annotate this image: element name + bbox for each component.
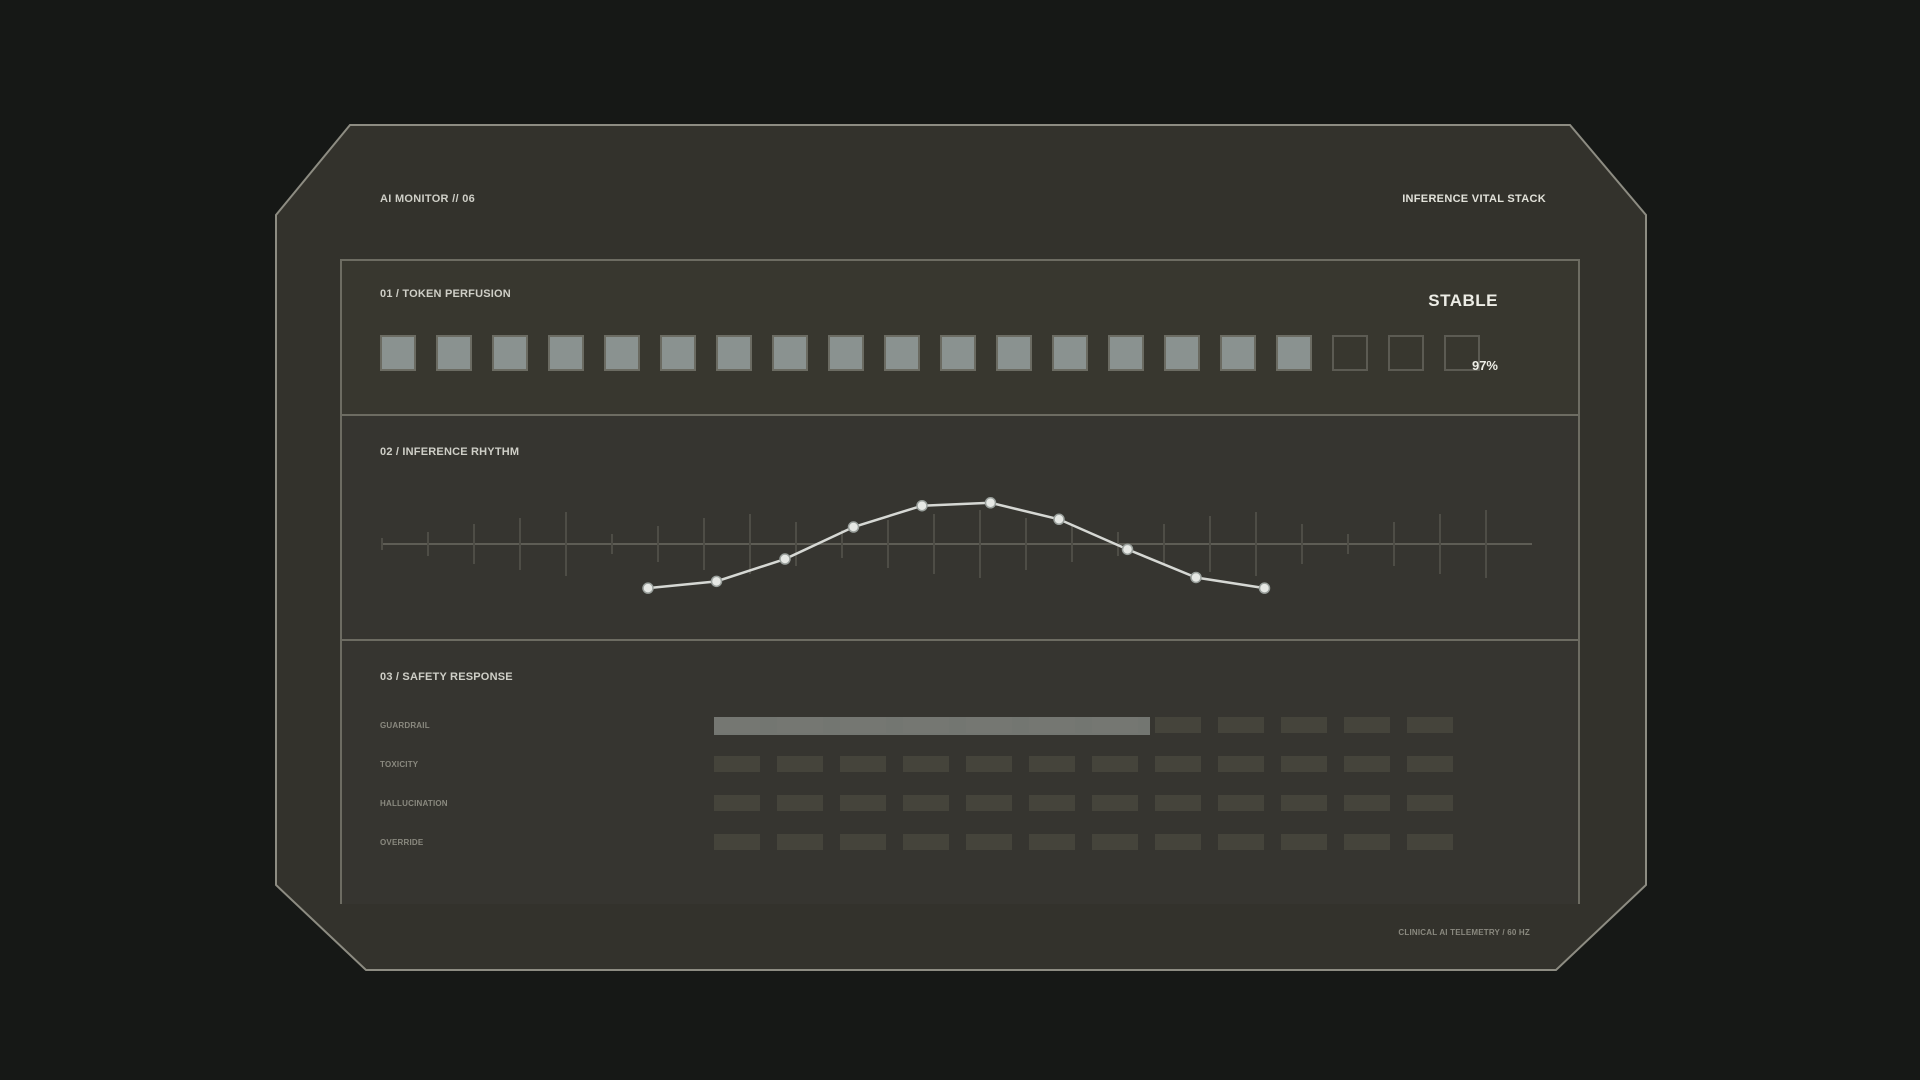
safety-row-label: OVERRIDE [380,838,424,847]
rhythm-series-line [647,501,1265,590]
screen: AI MONITOR // 06 INFERENCE VITAL STACK 0… [0,0,1920,1080]
safety-row-track [714,717,1453,735]
safety-row-override: OVERRIDE [380,834,1540,854]
safety-response-title: 03 / SAFETY RESPONSE [380,671,513,683]
safety-segment [1155,717,1201,733]
perfusion-cell [828,335,864,371]
safety-segment [714,756,760,772]
rhythm-chart [381,497,1532,594]
safety-level-fill [714,717,1150,735]
safety-segment [903,756,949,772]
perfusion-cell [1108,335,1144,371]
perfusion-cell [1388,335,1424,371]
safety-segment [966,795,1012,811]
safety-segment [1281,795,1327,811]
perfusion-cell [1220,335,1256,371]
rhythm-point [847,521,860,533]
rhythm-point [1053,513,1065,526]
safety-segment [1218,717,1264,733]
perfusion-cell [716,335,752,371]
safety-segment [1218,834,1264,850]
perfusion-cell [1332,335,1368,371]
safety-segment [1281,834,1327,850]
rhythm-point [779,553,791,565]
safety-segment [777,756,823,772]
safety-segment [1155,795,1201,811]
perfusion-cell [884,335,920,371]
safety-segment [1344,795,1390,811]
perfusion-cells [380,335,1500,375]
safety-segment [714,795,760,811]
telemetry-footer: CLINICAL AI TELEMETRY / 60 HZ [1398,928,1530,937]
rhythm-point [916,499,928,512]
rhythm-point [984,497,997,509]
safety-segment [966,756,1012,772]
safety-segment [1155,756,1201,772]
safety-segment [1407,834,1453,850]
safety-row-toxicity: TOXICITY [380,756,1540,776]
token-perfusion-title: 01 / TOKEN PERFUSION [380,288,511,300]
safety-response-section: 03 / SAFETY RESPONSE GUARDRAIL TOXICITY HA… [342,641,1578,904]
safety-row-hallucination: HALLUCINATION [380,795,1540,815]
safety-row-track [714,834,1453,850]
safety-segment [840,834,886,850]
safety-segment [1344,717,1390,733]
safety-segment [1029,834,1075,850]
perfusion-cell [604,335,640,371]
perfusion-cell [492,335,528,371]
safety-segment [840,795,886,811]
safety-segment [1092,795,1138,811]
perfusion-cell [660,335,696,371]
safety-segment [1407,756,1453,772]
inference-rhythm-section: 02 / INFERENCE RHYTHM [342,416,1578,641]
perfusion-percent: 97% [1471,358,1498,373]
perfusion-cell [1164,335,1200,371]
safety-segment [840,756,886,772]
safety-segment [1281,756,1327,772]
safety-segment [966,834,1012,850]
safety-row-track [714,756,1453,772]
safety-segment [1155,834,1201,850]
perfusion-cell [436,335,472,371]
vitals-panel: 01 / TOKEN PERFUSION STABLE 97% 02 / INF… [340,259,1580,904]
stack-title: INFERENCE VITAL STACK [1402,193,1546,205]
safety-row-label: HALLUCINATION [380,799,448,808]
safety-row-track [714,795,1453,811]
perfusion-cell [1276,335,1312,371]
token-perfusion-section: 01 / TOKEN PERFUSION STABLE 97% [342,261,1578,416]
rhythm-point [1258,582,1271,594]
safety-segment [1344,834,1390,850]
safety-segment [1281,717,1327,733]
perfusion-cell [548,335,584,371]
status-label: STABLE [1428,291,1498,310]
safety-segment [1218,795,1264,811]
rhythm-point [710,575,723,588]
perfusion-cell [996,335,1032,371]
perfusion-cell [940,335,976,371]
safety-segment [777,795,823,811]
safety-segment [903,795,949,811]
rhythm-point [1121,543,1134,556]
safety-segment [1407,717,1453,733]
safety-segment [1407,795,1453,811]
perfusion-cell [1052,335,1088,371]
safety-row-label: TOXICITY [380,760,419,769]
safety-segment [1092,834,1138,850]
perfusion-cell [380,335,416,371]
safety-segment [1092,756,1138,772]
safety-segment [1029,756,1075,772]
perfusion-cell [772,335,808,371]
safety-segment [714,834,760,850]
rhythm-point [1190,571,1202,584]
safety-segment [777,834,823,850]
safety-segment [1218,756,1264,772]
safety-row-guardrail: GUARDRAIL [380,717,1540,737]
safety-segment [1029,795,1075,811]
monitor-title: AI MONITOR // 06 [380,193,476,205]
safety-segment [1344,756,1390,772]
safety-segment [903,834,949,850]
safety-row-label: GUARDRAIL [380,721,430,730]
rhythm-point [642,582,654,594]
